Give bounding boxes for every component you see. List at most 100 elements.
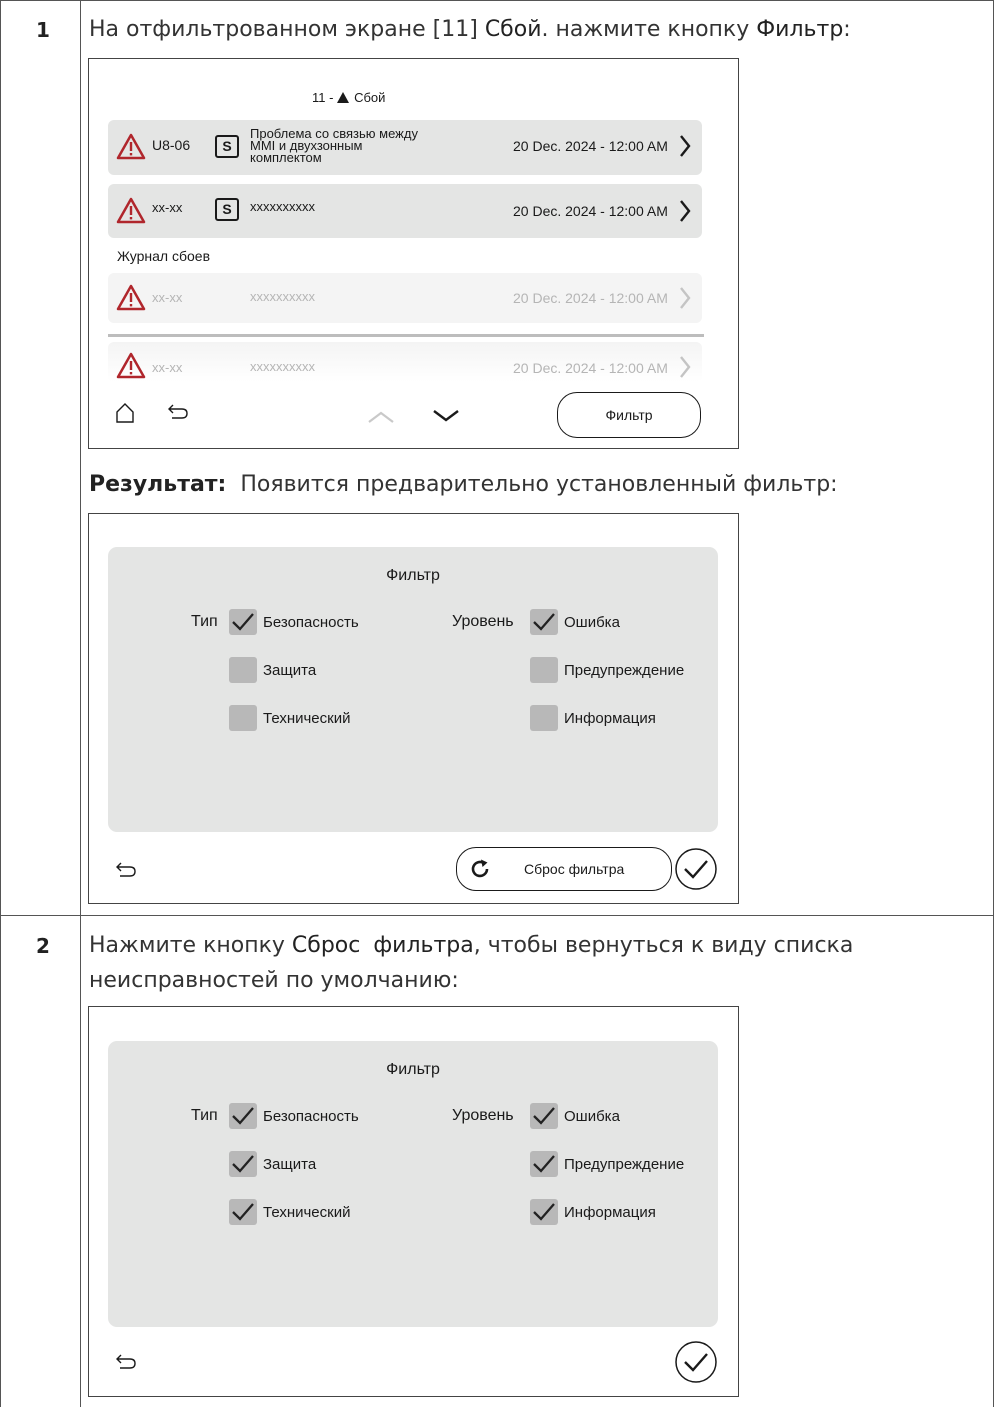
filter-screen-preset: Фильтр Тип Уровень Безопасность Защита Т…	[88, 513, 739, 904]
error-description: xxxxxxxxxx	[250, 359, 315, 374]
screen-title-text: Сбой	[354, 90, 386, 105]
level-checkbox-error[interactable]	[530, 1103, 558, 1129]
filter-screen-reset: Фильтр Тип Уровень Безопасность Защита Т…	[88, 1006, 739, 1397]
type-checkbox-protection[interactable]	[229, 1151, 257, 1177]
checkmark-icon	[533, 1155, 555, 1173]
history-error-row[interactable]: xx-xx xxxxxxxxxx 20 Dec. 2024 - 12:00 AM	[108, 342, 702, 382]
instruction-text: На отфильтрованном экране [11]	[89, 17, 485, 42]
screen-title: 11 - Сбой	[312, 90, 385, 105]
filter-button[interactable]: Фильтр	[557, 392, 701, 438]
confirm-check-icon[interactable]	[674, 1340, 718, 1384]
checkmark-icon	[232, 1155, 254, 1173]
level-option-label: Ошибка	[564, 1108, 620, 1125]
list-scroll-separator	[108, 334, 704, 337]
instruction-text: :	[843, 17, 851, 42]
checkmark-icon	[533, 1107, 555, 1125]
error-date: 20 Dec. 2024 - 12:00 AM	[513, 290, 668, 306]
level-label: Уровень	[452, 1107, 514, 1124]
history-section-label: Журнал сбоев	[117, 248, 211, 264]
reset-filter-button[interactable]: Сброс фильтра	[456, 847, 672, 891]
instruction-text: . нажмите кнопку	[541, 17, 757, 42]
result-description: Появится предварительно установленный фи…	[240, 472, 838, 497]
active-error-row[interactable]: U8-06 S Проблема со связью между MMI и д…	[108, 120, 702, 175]
chevron-right-icon[interactable]	[678, 286, 692, 310]
back-icon[interactable]	[115, 861, 137, 879]
type-checkbox-safety[interactable]	[229, 1103, 257, 1129]
instruction-ui-term: Сбой	[484, 17, 542, 42]
type-option-label: Безопасность	[263, 614, 359, 631]
scroll-down-icon[interactable]	[431, 407, 461, 423]
warning-triangle-icon	[116, 352, 146, 379]
type-checkbox-protection[interactable]	[229, 657, 257, 683]
chevron-right-icon[interactable]	[678, 355, 692, 379]
level-label: Уровень	[452, 613, 514, 630]
error-description: Проблема со связью между MMI и двухзонны…	[250, 127, 418, 165]
error-code: xx-xx	[152, 360, 183, 375]
warning-triangle-icon	[116, 133, 146, 160]
error-description: xxxxxxxxxx	[250, 199, 315, 214]
level-checkbox-warning[interactable]	[530, 657, 558, 683]
service-badge: S	[215, 198, 239, 221]
level-checkbox-warning[interactable]	[530, 1151, 558, 1177]
level-checkbox-info[interactable]	[530, 705, 558, 731]
type-option-label: Защита	[263, 1156, 317, 1173]
checkmark-icon	[533, 613, 555, 631]
type-option-label: Технический	[263, 710, 351, 727]
back-icon[interactable]	[167, 403, 189, 421]
step-number: 1	[36, 18, 50, 42]
result-text: Результат: Появится предварительно устан…	[89, 468, 838, 502]
chevron-right-icon[interactable]	[678, 199, 692, 223]
type-option-label: Технический	[263, 1204, 351, 1221]
type-option-label: Безопасность	[263, 1108, 359, 1125]
active-error-row[interactable]: xx-xx S xxxxxxxxxx 20 Dec. 2024 - 12:00 …	[108, 184, 702, 238]
level-checkbox-error[interactable]	[530, 609, 558, 635]
history-error-row[interactable]: xx-xx xxxxxxxxxx 20 Dec. 2024 - 12:00 AM	[108, 273, 702, 323]
confirm-check-icon[interactable]	[674, 847, 718, 891]
level-option-label: Информация	[564, 1204, 656, 1221]
instruction-ui-term: Сброс фильтра	[291, 933, 474, 958]
filter-panel: Фильтр Тип Уровень Безопасность Защита Т…	[108, 1041, 718, 1327]
error-code: U8-06	[152, 137, 191, 153]
level-option-label: Предупреждение	[564, 1156, 685, 1173]
warning-triangle-icon	[116, 284, 146, 311]
instruction-text: Нажмите кнопку	[89, 933, 292, 958]
table-top-border	[0, 0, 994, 1]
type-checkbox-technical[interactable]	[229, 1199, 257, 1225]
error-date: 20 Dec. 2024 - 12:00 AM	[513, 360, 668, 376]
level-option-label: Информация	[564, 710, 656, 727]
home-icon[interactable]	[115, 402, 135, 424]
level-option-label: Ошибка	[564, 614, 620, 631]
level-option-label: Предупреждение	[564, 662, 685, 679]
error-date: 20 Dec. 2024 - 12:00 AM	[513, 203, 668, 219]
checkmark-icon	[232, 1203, 254, 1221]
type-checkbox-technical[interactable]	[229, 705, 257, 731]
error-code: xx-xx	[152, 200, 183, 215]
error-description-line: комплектом	[250, 150, 322, 165]
malfunction-list-screen: 11 - Сбой U8-06 S Проблема со связью меж…	[88, 58, 739, 449]
refresh-icon	[471, 859, 489, 878]
table-left-border	[0, 0, 1, 1407]
warning-triangle-icon	[116, 197, 146, 224]
table-row-divider	[0, 915, 994, 916]
back-icon[interactable]	[115, 1353, 137, 1371]
checkmark-icon	[232, 613, 254, 631]
scroll-up-icon[interactable]	[366, 409, 396, 425]
type-checkbox-safety[interactable]	[229, 609, 257, 635]
step-instruction-continued: неисправностей по умолчанию:	[89, 968, 459, 993]
checkmark-icon	[533, 1203, 555, 1221]
type-label: Тип	[191, 613, 218, 630]
error-code: xx-xx	[152, 290, 183, 305]
result-label: Результат:	[89, 472, 227, 497]
warning-icon	[337, 92, 350, 103]
instruction-ui-term: Фильтр	[756, 17, 844, 42]
error-date: 20 Dec. 2024 - 12:00 AM	[513, 138, 668, 154]
service-badge: S	[215, 135, 239, 158]
level-checkbox-info[interactable]	[530, 1199, 558, 1225]
error-description: xxxxxxxxxx	[250, 289, 315, 304]
filter-title: Фильтр	[386, 1061, 440, 1078]
screen-title-number: 11 -	[312, 90, 338, 105]
instruction-text: , чтобы вернуться к виду списка	[473, 933, 854, 958]
chevron-right-icon[interactable]	[678, 134, 692, 158]
step-instruction: На отфильтрованном экране [11] Сбой. наж…	[89, 13, 851, 47]
filter-title: Фильтр	[386, 567, 440, 584]
